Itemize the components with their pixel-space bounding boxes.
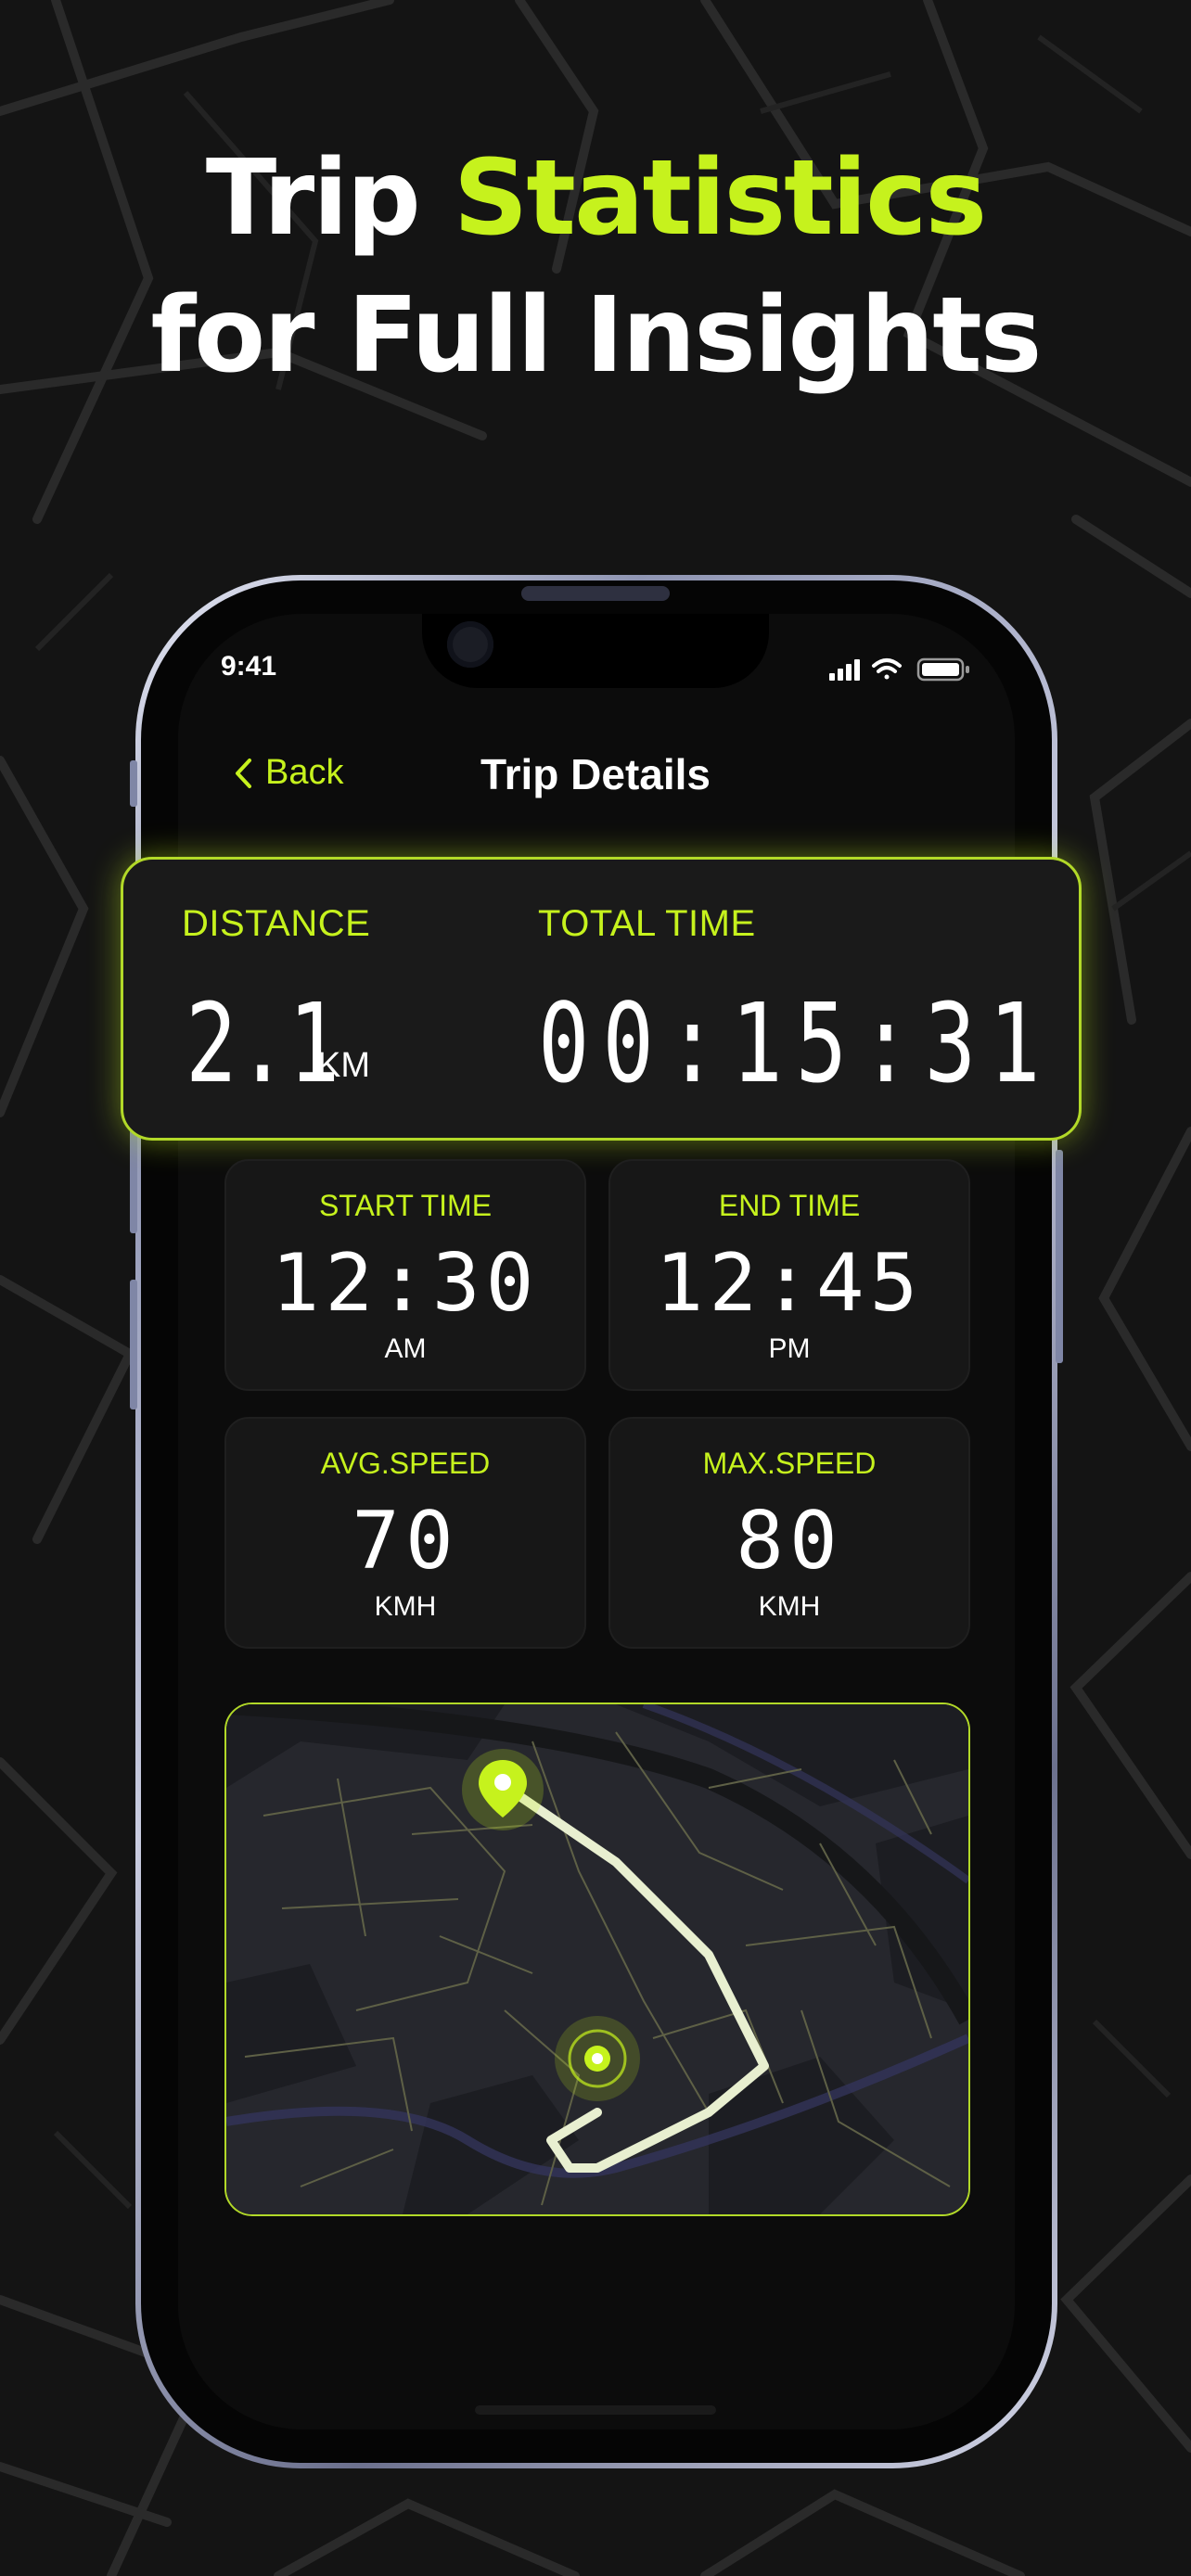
end-time-card: END TIME 12:45 PM [608,1159,970,1391]
avg-speed-unit: KMH [374,1591,437,1622]
home-indicator [475,2405,716,2415]
power-button [1056,1150,1063,1363]
route-map-graphic [226,1704,968,2214]
headline-accent-text: Statistics [453,138,987,259]
distance-label: DISTANCE [182,903,371,944]
battery-icon [916,657,969,682]
headline-line-2: for Full Insights [150,275,1043,396]
max-speed-label: MAX.SPEED [702,1447,877,1480]
start-time-label: START TIME [318,1189,493,1222]
cellular-signal-icon [829,659,860,681]
start-pin-icon [462,1749,544,1830]
start-time-card: START TIME 12:30 AM [224,1159,586,1391]
end-time-label: END TIME [718,1189,861,1222]
end-location-icon [555,2016,640,2101]
avg-speed-card: AVG.SPEED 70 KMH [224,1417,586,1649]
volume-up-button [130,1122,137,1233]
status-time: 9:41 [221,651,277,682]
headline-white-text: Trip [205,138,454,259]
headline-line-1: Trip Statistics [0,130,1191,267]
avg-speed-label: AVG.SPEED [320,1447,491,1480]
status-icons [829,657,969,682]
total-time-label: TOTAL TIME [538,903,756,944]
page-title: Trip Details [480,750,711,798]
wifi-icon [872,658,902,680]
speaker-grille [521,586,670,601]
max-speed-unit: KMH [758,1591,821,1622]
avg-speed-value: 70 [352,1495,459,1588]
headline: Trip Statistics for Full Insights [0,130,1191,404]
volume-down-button [130,1280,137,1409]
route-map[interactable] [224,1702,970,2216]
max-speed-value: 80 [736,1495,843,1588]
max-speed-card: MAX.SPEED 80 KMH [608,1417,970,1649]
end-time-value: 12:45 [655,1237,924,1330]
front-camera [447,621,493,668]
distance-unit: KM [317,1046,370,1085]
start-time-period: AM [384,1333,427,1364]
end-time-period: PM [768,1333,811,1364]
total-time-value: 00:15:31 [538,979,1054,1107]
start-time-value: 12:30 [271,1237,540,1330]
